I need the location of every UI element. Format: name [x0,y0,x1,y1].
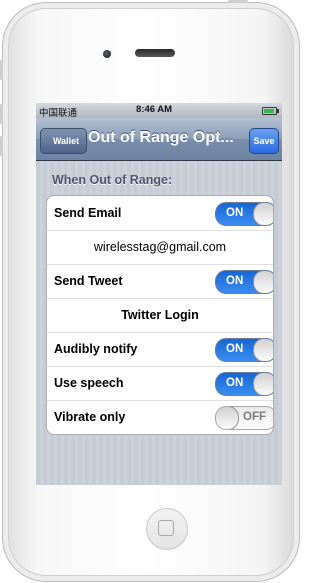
send-email-toggle[interactable]: ON [215,202,273,226]
page-title: Out of Range Opt... [88,129,234,146]
send-tweet-toggle[interactable]: ON [215,270,273,294]
status-bar: 中国联通 8:46 AM [36,103,282,119]
volume-up-button [0,104,3,124]
toggle-knob [253,373,273,395]
settings-group: Send Email ON wirelesstag@gmail.com Send… [46,195,274,435]
use-speech-toggle[interactable]: ON [215,372,273,396]
toggle-knob [253,271,273,293]
row-use-speech: Use speech ON [47,366,273,401]
twitter-login-button: Twitter Login [121,308,199,322]
row-email-address[interactable]: wirelesstag@gmail.com [47,230,273,265]
screen: 中国联通 8:46 AM Wallet Out of Range Opt... … [36,103,282,485]
battery-icon [262,107,279,115]
row-send-email: Send Email ON [47,196,273,231]
status-time: 8:46 AM [136,104,173,115]
home-square-icon [158,520,174,536]
volume-down-button [0,136,3,156]
earpiece-speaker [135,49,175,57]
front-camera [103,50,111,58]
row-twitter-login[interactable]: Twitter Login [47,298,273,333]
row-label: Vibrate only [54,410,126,424]
toggle-knob [253,203,273,225]
section-header: When Out of Range: [52,173,173,187]
row-audibly-notify: Audibly notify ON [47,332,273,367]
silent-switch [0,60,3,80]
row-vibrate-only: Vibrate only OFF [47,400,273,434]
power-button [228,0,248,3]
toggle-knob [216,407,239,429]
row-label: Send Email [54,206,122,220]
carrier-label: 中国联通 [39,108,78,119]
row-label: Send Tweet [54,274,123,288]
audibly-notify-toggle[interactable]: ON [215,338,273,362]
settings-content: When Out of Range: Send Email ON wireles… [36,161,282,485]
row-send-tweet: Send Tweet ON [47,264,273,299]
row-label: Audibly notify [54,342,138,356]
navigation-bar: Wallet Out of Range Opt... Save [36,118,282,161]
vibrate-only-toggle[interactable]: OFF [215,406,273,430]
email-address-value: wirelesstag@gmail.com [93,240,227,254]
back-button-label: Wallet [53,136,80,146]
save-button[interactable]: Save [249,128,279,154]
row-label: Use speech [54,376,124,390]
back-button[interactable]: Wallet [40,128,88,154]
toggle-knob [253,339,273,361]
